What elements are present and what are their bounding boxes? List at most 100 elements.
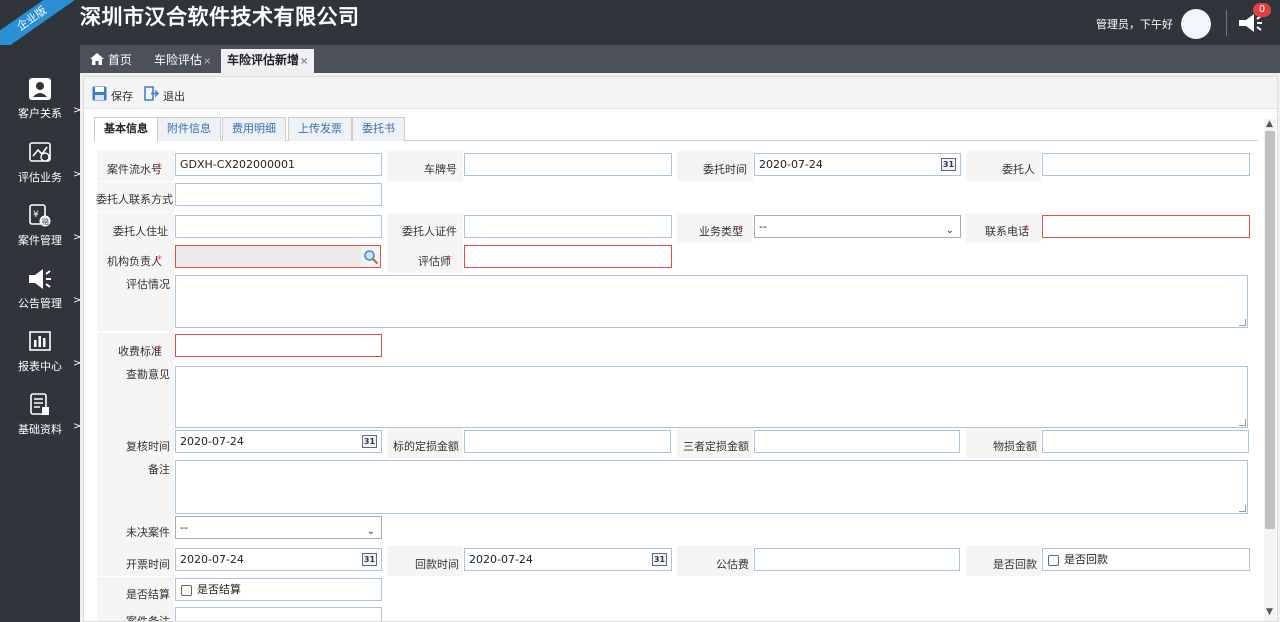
public-fee-field[interactable] [754, 548, 960, 571]
calendar-icon[interactable]: 31 [652, 553, 667, 566]
edition-ribbon: 企业版 [0, 0, 80, 45]
is-paid-field: 是否回款 [1042, 548, 1250, 571]
sidebar-item-cases[interactable]: ¥ 赔 案件管理 > [0, 204, 82, 254]
case-remark-label: 案件备注 [97, 607, 174, 621]
is-settled-checkbox-label: 是否结算 [197, 583, 241, 596]
tab-fee-details[interactable]: 费用明细 [222, 117, 286, 141]
exit-label: 退出 [163, 90, 185, 103]
situation-label: 评估情况 [97, 273, 174, 331]
sidebar-item-assessment[interactable]: 评估业务 > [0, 141, 82, 191]
client-address-field[interactable] [175, 215, 382, 238]
invoice-time-field[interactable]: 2020-07-24 31 [175, 548, 382, 571]
svg-text:¥: ¥ [33, 210, 39, 220]
top-bar: 企业版 深圳市汉合软件技术有限公司 管理员，下午好 0 [0, 0, 1280, 45]
case-no-field[interactable]: GDXH-CX202000001 [175, 153, 382, 176]
plate-label: 车牌号 [387, 151, 463, 181]
third-loss-field[interactable] [754, 430, 960, 453]
survey-textarea[interactable] [175, 366, 1248, 428]
pending-select[interactable]: -- ⌄ [175, 516, 382, 539]
case-remark-field[interactable] [175, 607, 382, 621]
tab-power-of-attorney[interactable]: 委托书 [352, 117, 405, 141]
lookup-button[interactable] [361, 245, 381, 268]
assessor-label: 评估师 * [387, 243, 463, 273]
is-settled-checkbox[interactable] [181, 585, 192, 596]
client-contact-label: 委托人联系方式 [96, 182, 174, 212]
sidebar: 客户关系 > 评估业务 > ¥ 赔 案件管理 > 公告管理 > 报表中心 > 基… [0, 45, 82, 622]
is-paid-checkbox[interactable] [1048, 555, 1059, 566]
fee-std-field[interactable] [175, 334, 382, 357]
person-icon [29, 78, 51, 100]
chevron-right-icon: > [73, 232, 82, 243]
scroll-down-icon[interactable]: ▼ [1266, 607, 1273, 617]
phone-field[interactable] [1042, 215, 1250, 238]
remark-textarea[interactable] [175, 460, 1248, 514]
client-id-field[interactable] [464, 215, 672, 238]
client-field[interactable] [1042, 153, 1250, 176]
close-icon[interactable]: × [203, 56, 211, 67]
svg-text:赔: 赔 [42, 217, 49, 226]
client-id-label: 委托人证件 [387, 213, 463, 243]
chevron-right-icon: > [73, 358, 82, 369]
property-loss-field[interactable] [1042, 430, 1249, 453]
chevron-right-icon: > [73, 169, 82, 180]
biz-type-select[interactable]: -- ⌄ [754, 215, 961, 238]
divider [1226, 10, 1227, 36]
entrust-time-field[interactable]: 2020-07-24 31 [754, 153, 961, 176]
payback-time-label: 回款时间 [387, 546, 463, 576]
page-tabs: 首页 车险评估× 车险评估新增× [80, 45, 1280, 73]
review-time-label: 复核时间 [97, 428, 174, 458]
sidebar-item-label: 案件管理 [18, 234, 62, 247]
chevron-right-icon: > [73, 421, 82, 432]
entrust-time-label: 委托时间 [677, 151, 753, 181]
situation-textarea[interactable] [175, 275, 1248, 328]
calendar-icon[interactable]: 31 [362, 435, 377, 448]
biz-type-label: 业务类型 * [677, 213, 753, 243]
tab-attachments[interactable]: 附件信息 [157, 117, 221, 141]
save-label: 保存 [111, 90, 133, 103]
tab-basic-info[interactable]: 基本信息 [94, 117, 158, 142]
assessor-field[interactable] [464, 245, 672, 268]
property-loss-label: 物损金额 [966, 428, 1041, 458]
avatar[interactable] [1181, 9, 1211, 39]
scroll-thumb[interactable] [1265, 131, 1275, 529]
pending-label: 未决案件 [97, 516, 174, 546]
tab-upload-invoice[interactable]: 上传发票 [288, 117, 352, 141]
tab-vehicle-assessment[interactable]: 车险评估× [148, 49, 217, 73]
save-icon [92, 86, 107, 101]
client-address-label: 委托人住址 [97, 213, 174, 243]
close-icon[interactable]: × [300, 56, 308, 67]
payback-time-field[interactable]: 2020-07-24 31 [464, 548, 672, 571]
document-icon [30, 393, 49, 415]
third-loss-label: 三者定损金额 [677, 428, 753, 458]
notification-badge: 0 [1253, 3, 1271, 17]
remark-label: 备注 [97, 458, 174, 516]
sidebar-item-label: 报表中心 [18, 360, 62, 373]
chart-icon [29, 142, 51, 162]
sidebar-item-label: 基础资料 [18, 423, 62, 436]
scrollbar[interactable]: ▲ ▼ [1264, 119, 1276, 621]
sidebar-item-notice[interactable]: 公告管理 > [0, 267, 82, 317]
sidebar-item-basedata[interactable]: 基础资料 > [0, 393, 82, 443]
review-time-field[interactable]: 2020-07-24 31 [175, 430, 382, 453]
fee-std-label: 收费标准 * [97, 333, 174, 363]
search-icon [364, 250, 379, 265]
sidebar-item-customer[interactable]: 客户关系 > [0, 77, 81, 127]
plate-field[interactable] [464, 153, 672, 176]
case-icon: ¥ 赔 [29, 204, 51, 227]
target-loss-label: 标的定损金额 [387, 428, 463, 458]
is-paid-checkbox-label: 是否回款 [1064, 553, 1108, 566]
calendar-icon[interactable]: 31 [941, 158, 956, 171]
client-contact-field[interactable] [175, 183, 382, 206]
sidebar-item-reports[interactable]: 报表中心 > [0, 330, 82, 380]
target-loss-field[interactable] [464, 430, 671, 453]
sidebar-item-label: 评估业务 [18, 171, 62, 184]
chevron-right-icon: > [73, 295, 82, 306]
org-head-label: 机构负责人 * [97, 243, 174, 273]
scroll-up-icon[interactable]: ▲ [1266, 119, 1273, 129]
calendar-icon[interactable]: 31 [362, 553, 377, 566]
tab-home[interactable]: 首页 [84, 49, 138, 73]
edition-label: 企业版 [0, 0, 80, 45]
org-head-field[interactable] [175, 245, 362, 268]
is-settled-field: 是否结算 [175, 578, 382, 601]
tab-vehicle-assessment-new[interactable]: 车险评估新增× [221, 49, 315, 73]
